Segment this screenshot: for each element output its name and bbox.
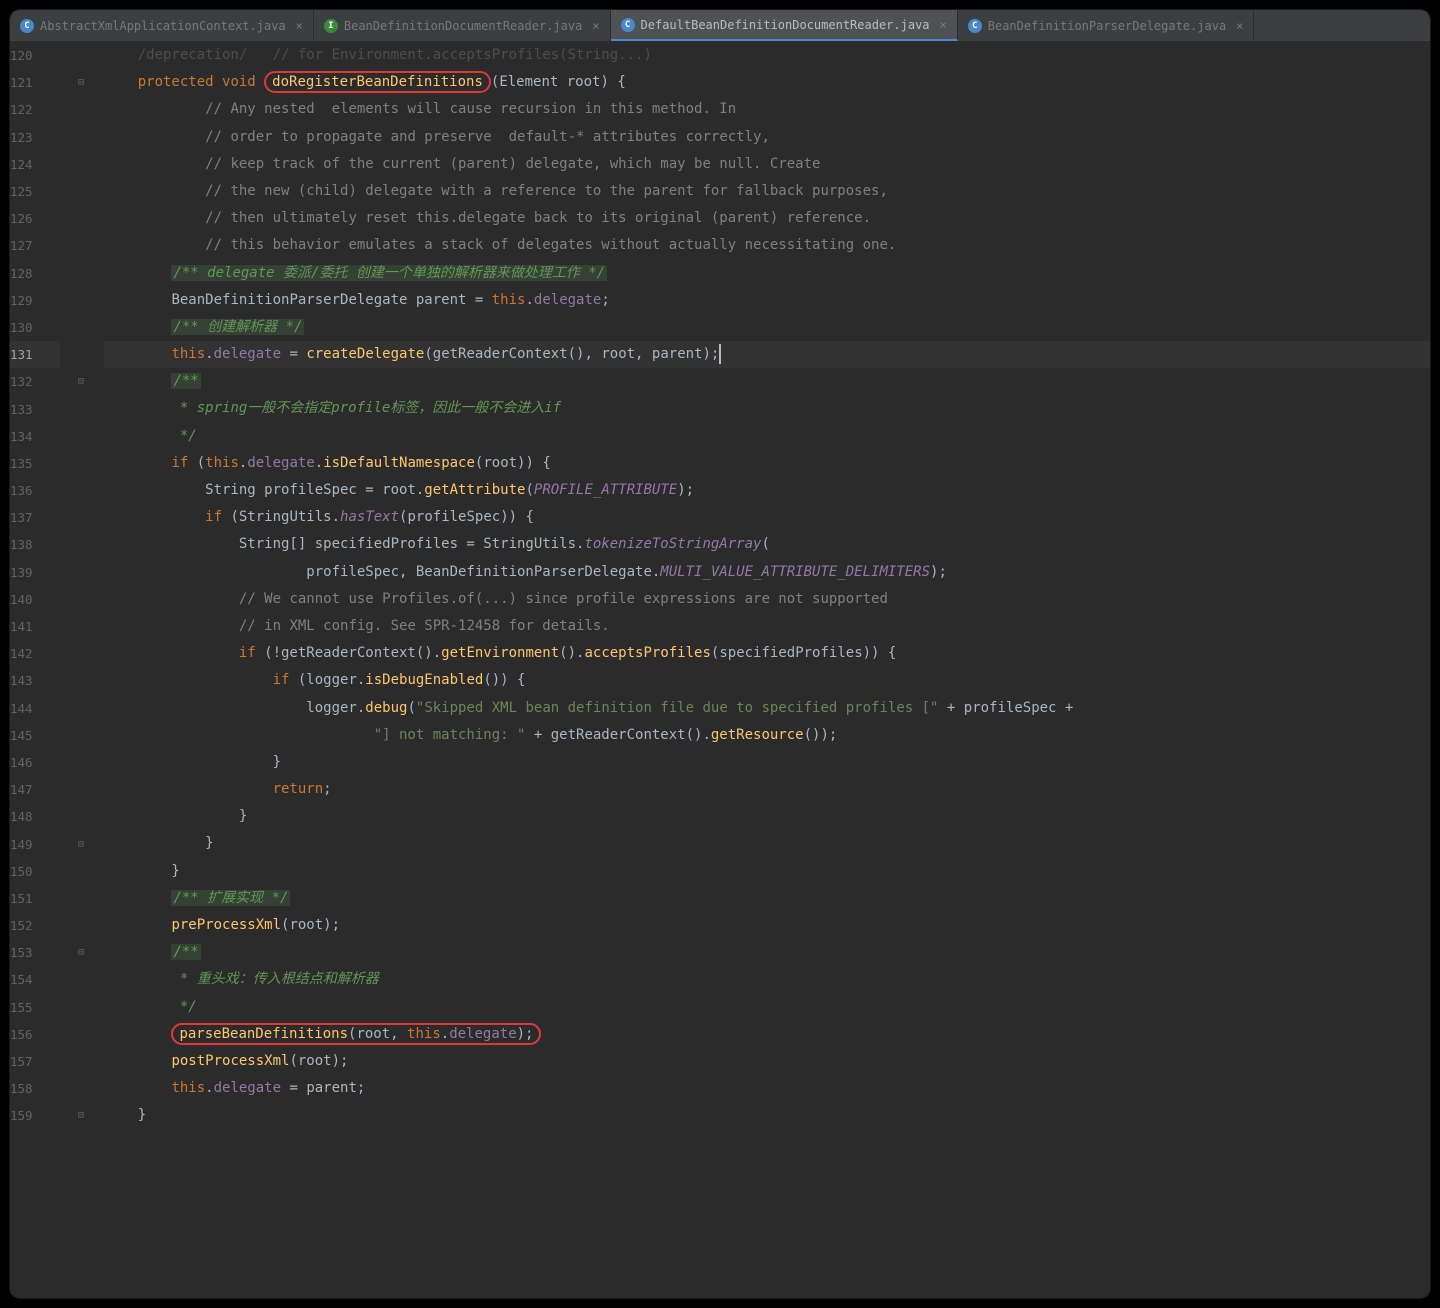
tab-label: AbstractXmlApplicationContext.java [40,19,286,33]
class-icon: C [621,18,635,32]
close-icon[interactable]: × [592,19,599,33]
close-icon[interactable]: × [940,18,947,32]
tab-label: BeanDefinitionDocumentReader.java [344,19,582,33]
close-icon[interactable]: × [296,19,303,33]
editor-window: C AbstractXmlApplicationContext.java × I… [10,10,1430,1298]
tab-1[interactable]: I BeanDefinitionDocumentReader.java × [314,10,611,41]
tab-2[interactable]: C DefaultBeanDefinitionDocumentReader.ja… [611,10,958,41]
interface-icon: I [324,19,338,33]
code-editor[interactable]: 1201211221231241251261271281291301311321… [10,42,1430,1298]
close-icon[interactable]: × [1236,19,1243,33]
class-icon: C [20,19,34,33]
line-gutter: 1201211221231241251261271281291301311321… [10,42,78,1298]
tab-3[interactable]: C BeanDefinitionParserDelegate.java × [958,10,1255,41]
tab-bar: C AbstractXmlApplicationContext.java × I… [10,10,1430,42]
tab-label: BeanDefinitionParserDelegate.java [988,19,1226,33]
class-icon: C [968,19,982,33]
code-area[interactable]: /deprecation/ // for Environment.accepts… [100,42,1430,1298]
fold-gutter: ⊟⊟⊟⊟⊟ [78,42,100,1298]
tab-label: DefaultBeanDefinitionDocumentReader.java [641,18,930,32]
tab-0[interactable]: C AbstractXmlApplicationContext.java × [10,10,314,41]
